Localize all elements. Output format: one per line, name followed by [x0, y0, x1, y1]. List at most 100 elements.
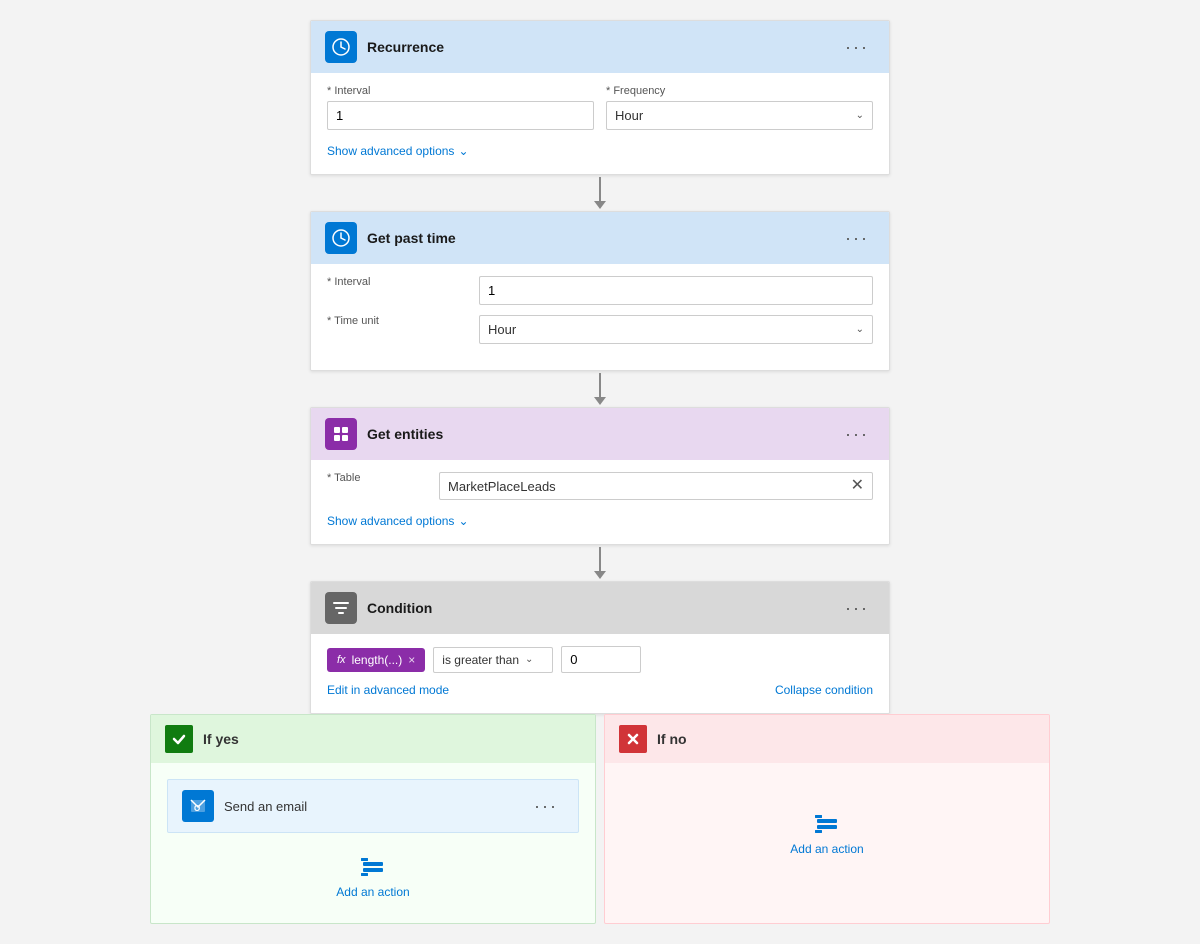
recurrence-card: Recurrence ··· * Interval * Frequency Ho… — [310, 20, 890, 175]
if-no-add-action-label: Add an action — [790, 842, 863, 856]
send-email-title: Send an email — [224, 799, 528, 814]
if-yes-title: If yes — [203, 731, 239, 747]
connector-line — [599, 177, 601, 201]
get-past-menu[interactable]: ··· — [839, 226, 875, 251]
get-past-body: * Interval * Time unit Hour ⌄ — [311, 264, 889, 370]
add-action-icon — [359, 853, 387, 881]
chevron-down-icon-4: ⌄ — [525, 654, 533, 665]
condition-header: Condition ··· — [311, 582, 889, 634]
if-yes-add-action-label: Add an action — [336, 885, 409, 899]
get-past-icon — [325, 222, 357, 254]
get-past-interval-input[interactable] — [479, 276, 873, 305]
recurrence-show-advanced[interactable]: Show advanced options ⌄ — [327, 144, 469, 158]
get-entities-table-input-group: MarketPlaceLeads ✕ — [439, 472, 873, 500]
add-action-icon-no — [813, 810, 841, 838]
recurrence-interval-label: * Interval — [327, 85, 594, 97]
check-icon — [171, 731, 187, 747]
add-action-symbol — [359, 853, 387, 881]
condition-tag[interactable]: fx length(...) × — [327, 648, 425, 672]
svg-text:O: O — [194, 804, 200, 813]
recurrence-body: * Interval * Frequency Hour ⌄ Show advan… — [311, 73, 889, 174]
chevron-down-icon: ⌄ — [458, 144, 468, 158]
condition-icon — [325, 592, 357, 624]
condition-filter-icon — [331, 598, 351, 618]
collapse-condition-link[interactable]: Collapse condition — [775, 683, 873, 697]
if-no-body: Add an action — [605, 763, 1049, 903]
arrow-3 — [594, 545, 606, 581]
edit-advanced-mode-link[interactable]: Edit in advanced mode — [327, 683, 449, 697]
recurrence-icon — [325, 31, 357, 63]
recurrence-interval-input[interactable] — [327, 101, 594, 130]
recurrence-menu[interactable]: ··· — [839, 35, 875, 60]
get-past-header: Get past time ··· — [311, 212, 889, 264]
condition-value-input[interactable] — [561, 646, 641, 673]
flow-canvas: Recurrence ··· * Interval * Frequency Ho… — [20, 20, 1180, 924]
clock-icon-2 — [331, 228, 351, 248]
get-past-interval-label: * Interval — [327, 276, 467, 288]
get-entities-menu[interactable]: ··· — [839, 422, 875, 447]
clock-icon — [331, 37, 351, 57]
get-entities-table-label: * Table — [327, 472, 427, 484]
condition-links: Edit in advanced mode Collapse condition — [327, 683, 873, 697]
condition-tag-remove[interactable]: × — [408, 653, 415, 667]
get-entities-show-advanced[interactable]: Show advanced options ⌄ — [327, 514, 469, 528]
arrow-1 — [594, 175, 606, 211]
get-past-form-row-2: * Time unit Hour ⌄ — [327, 315, 873, 344]
if-yes-panel: If yes O Send an email ··· — [150, 714, 596, 924]
recurrence-form-row: * Interval * Frequency Hour ⌄ — [327, 85, 873, 130]
get-entities-table-input[interactable]: MarketPlaceLeads ✕ — [439, 472, 873, 500]
get-entities-title: Get entities — [367, 426, 839, 442]
recurrence-header: Recurrence ··· — [311, 21, 889, 73]
condition-card: Condition ··· fx length(...) × is greate… — [310, 581, 890, 714]
condition-menu[interactable]: ··· — [839, 596, 875, 621]
condition-body: fx length(...) × is greater than ⌄ Edit … — [311, 634, 889, 713]
connector-arrow-2 — [594, 397, 606, 405]
get-past-time-card: Get past time ··· * Interval * Time unit… — [310, 211, 890, 371]
if-no-icon — [619, 725, 647, 753]
chevron-down-icon-3: ⌄ — [458, 514, 468, 528]
get-past-timeunit-value: Hour — [488, 322, 516, 337]
get-past-timeunit-select-group: Hour ⌄ — [479, 315, 873, 344]
chevron-down-icon: ⌄ — [856, 110, 864, 121]
chevron-down-icon-2: ⌄ — [856, 324, 864, 335]
get-entities-table-value: MarketPlaceLeads — [448, 479, 845, 494]
if-no-header: If no — [605, 715, 1049, 763]
get-entities-form-row: * Table MarketPlaceLeads ✕ — [327, 472, 873, 500]
get-past-timeunit-group: * Time unit — [327, 315, 467, 344]
send-email-menu[interactable]: ··· — [528, 794, 564, 819]
recurrence-frequency-value: Hour — [615, 108, 643, 123]
get-past-title: Get past time — [367, 230, 839, 246]
get-entities-card: Get entities ··· * Table MarketPlaceLead… — [310, 407, 890, 545]
split-container: If yes O Send an email ··· — [150, 714, 1050, 924]
clear-table-button[interactable]: ✕ — [845, 478, 864, 494]
condition-operator-select[interactable]: is greater than ⌄ — [433, 647, 553, 673]
if-no-panel: If no Add an action — [604, 714, 1050, 924]
condition-tag-label: length(...) — [352, 653, 403, 667]
arrow-2 — [594, 371, 606, 407]
connector-arrow-3 — [594, 571, 606, 579]
connector-line-2 — [599, 373, 601, 397]
if-yes-icon — [165, 725, 193, 753]
get-past-interval-input-group — [479, 276, 873, 305]
if-no-add-action-button[interactable]: Add an action — [782, 802, 871, 864]
get-entities-header: Get entities ··· — [311, 408, 889, 460]
get-past-timeunit-select[interactable]: Hour ⌄ — [479, 315, 873, 344]
send-email-icon: O — [182, 790, 214, 822]
condition-row: fx length(...) × is greater than ⌄ — [327, 646, 873, 673]
get-past-timeunit-label: * Time unit — [327, 315, 467, 327]
if-yes-add-action-button[interactable]: Add an action — [167, 845, 579, 907]
get-entities-body: * Table MarketPlaceLeads ✕ Show advanced… — [311, 460, 889, 544]
if-no-title: If no — [657, 731, 687, 747]
connector-line-3 — [599, 547, 601, 571]
get-past-interval-group: * Interval — [327, 276, 467, 305]
condition-operator-value: is greater than — [442, 653, 519, 667]
if-yes-body: O Send an email ··· — [151, 763, 595, 923]
condition-title: Condition — [367, 600, 839, 616]
add-action-symbol-no — [813, 810, 841, 838]
get-entities-table-label-group: * Table — [327, 472, 427, 500]
connector-arrow — [594, 201, 606, 209]
if-yes-header: If yes — [151, 715, 595, 763]
recurrence-frequency-group: * Frequency Hour ⌄ — [606, 85, 873, 130]
recurrence-frequency-select[interactable]: Hour ⌄ — [606, 101, 873, 130]
recurrence-interval-group: * Interval — [327, 85, 594, 130]
